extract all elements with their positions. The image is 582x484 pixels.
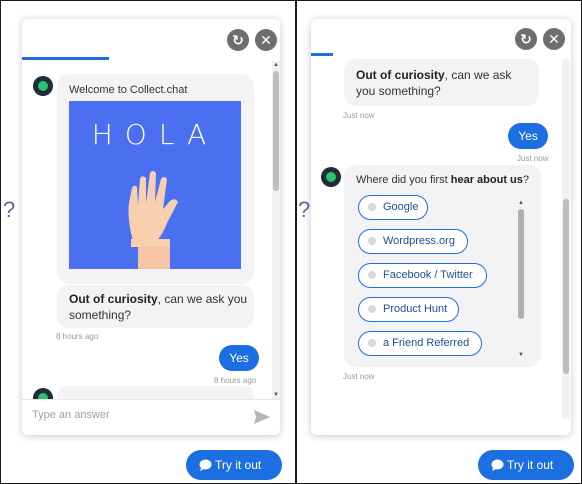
scroll-down-arrow[interactable]: ▼: [517, 351, 525, 359]
question-timestamp: 8 hours ago: [56, 332, 99, 341]
help-question-mark: ?: [3, 197, 16, 222]
prompt-timestamp: Just now: [343, 372, 375, 381]
welcome-bubble: Welcome to Collect.chat HOLA: [57, 74, 254, 284]
try-it-out-label: Try it out: [507, 458, 554, 472]
user-reply-timestamp: Just now: [517, 154, 549, 163]
chat-scrollbar[interactable]: [562, 59, 570, 419]
progress-accent-line: [311, 53, 333, 56]
where-heard-bubble: Where did you first hear about us? Googl…: [344, 165, 541, 367]
option-product-hunt[interactable]: Product Hunt: [358, 297, 459, 322]
scrollbar-thumb[interactable]: [518, 209, 524, 319]
answer-input[interactable]: [32, 409, 232, 421]
curiosity-question-bubble: Out of curiosity, can we ask you somethi…: [344, 59, 539, 106]
scrollbar-thumb[interactable]: [563, 199, 569, 374]
answer-input-row: [22, 399, 280, 435]
user-reply-bubble: Yes: [508, 123, 548, 149]
option-wordpress[interactable]: Wordpress.org: [358, 229, 468, 254]
chat-bubble-icon: [199, 459, 212, 471]
option-radio: [368, 237, 376, 245]
user-reply-bubble: Yes: [219, 345, 259, 371]
scrollbar-thumb[interactable]: [273, 71, 279, 191]
option-radio: [368, 271, 376, 279]
chat-widget: ↻ ✕ ▲ ▼ Welcome to Collect.chat HOLA Out…: [22, 19, 280, 435]
bot-avatar: [33, 76, 53, 96]
option-facebook-twitter[interactable]: Facebook / Twitter: [358, 263, 487, 288]
chat-scrollbar[interactable]: ▲ ▼: [272, 61, 280, 399]
welcome-text: Welcome to Collect.chat: [69, 84, 188, 96]
chat-bubble-icon: [491, 459, 504, 471]
try-it-out-label: Try it out: [215, 458, 262, 472]
curiosity-question-bubble: Out of curiosity, can we ask you somethi…: [57, 285, 254, 328]
scroll-down-arrow[interactable]: ▼: [272, 391, 280, 399]
left-screenshot-panel: ? ↻ ✕ ▲ ▼ Welcome to Collect.chat HOLA O…: [0, 0, 296, 484]
send-icon[interactable]: [254, 410, 270, 424]
option-radio: [368, 203, 376, 211]
question-timestamp: Just now: [343, 111, 375, 120]
option-radio: [368, 339, 376, 347]
scroll-up-arrow[interactable]: ▲: [272, 61, 280, 69]
bot-avatar: [321, 167, 341, 187]
scroll-up-arrow[interactable]: ▲: [517, 199, 525, 207]
user-reply-timestamp: 8 hours ago: [214, 376, 257, 385]
option-friend-referred[interactable]: a Friend Referred: [358, 331, 482, 356]
waving-hand-icon: [128, 171, 178, 269]
option-radio: [368, 305, 376, 313]
hola-image: HOLA: [69, 101, 241, 269]
try-it-out-button[interactable]: Try it out: [186, 450, 282, 480]
close-icon[interactable]: ✕: [255, 29, 277, 51]
right-screenshot-panel: ? ↻ ✕ Out of curiosity, can we ask you s…: [296, 0, 582, 484]
refresh-icon[interactable]: ↻: [515, 28, 537, 50]
help-question-mark: ?: [298, 197, 311, 222]
curiosity-question-text: Out of curiosity, can we ask you somethi…: [69, 292, 248, 322]
try-it-out-button[interactable]: Try it out: [478, 450, 574, 480]
where-heard-prompt: Where did you first hear about us?: [356, 174, 530, 186]
chat-widget: ↻ ✕ Out of curiosity, can we ask you som…: [311, 19, 571, 435]
refresh-icon[interactable]: ↻: [227, 29, 249, 51]
options-scrollbar[interactable]: ▲ ▼: [517, 199, 525, 359]
option-google[interactable]: Google: [358, 195, 428, 220]
curiosity-question-text: Out of curiosity, can we ask you somethi…: [356, 68, 512, 98]
progress-accent-line: [22, 57, 109, 60]
close-icon[interactable]: ✕: [543, 28, 565, 50]
